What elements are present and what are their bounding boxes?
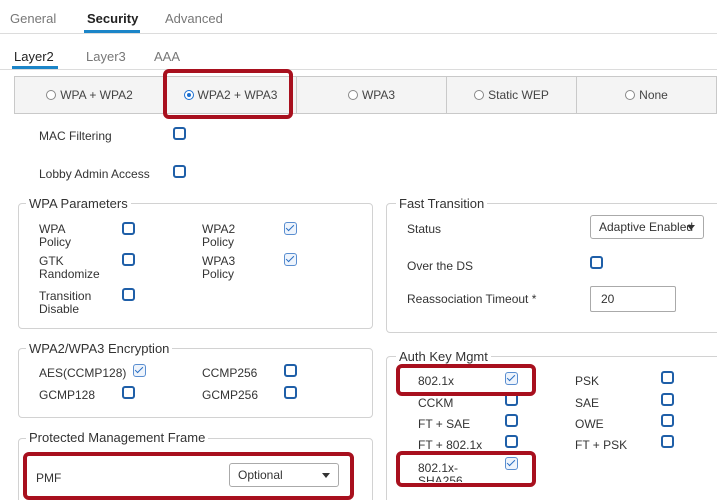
- transition-disable-checkbox[interactable]: [122, 288, 135, 301]
- transition-disable-label: Transition Disable: [39, 289, 92, 316]
- tab-divider: [0, 33, 717, 34]
- lobby-admin-label: Lobby Admin Access: [39, 167, 150, 181]
- ft-status-select[interactable]: Adaptive Enabled: [590, 215, 704, 239]
- ft-status-label: Status: [407, 222, 442, 236]
- security-mode-selector: WPA + WPA2 WPA2 + WPA3 WPA3 Static WEP N…: [14, 76, 717, 114]
- gtk-randomize-label: GTK Randomize: [39, 254, 100, 281]
- highlight-box: [396, 451, 536, 487]
- akm-owe-label: OWE: [575, 417, 604, 431]
- ccmp256-checkbox[interactable]: [284, 364, 297, 377]
- subtab-layer3[interactable]: Layer3: [86, 49, 126, 64]
- highlight-box: [163, 69, 293, 119]
- mode-wpa3[interactable]: WPA3: [297, 77, 447, 113]
- tab-security[interactable]: Security: [87, 11, 138, 26]
- akm-ft-sae-checkbox[interactable]: [505, 414, 518, 427]
- subtab-aaa[interactable]: AAA: [154, 49, 180, 64]
- fast-transition-title: Fast Transition: [396, 196, 488, 211]
- gcmp128-checkbox[interactable]: [122, 386, 135, 399]
- mode-none[interactable]: None: [577, 77, 716, 113]
- wpa3-policy-checkbox[interactable]: [284, 253, 297, 266]
- wpa-parameters-title: WPA Parameters: [26, 196, 131, 211]
- encryption-group: [18, 348, 373, 418]
- subtab-divider: [0, 69, 717, 70]
- radio-icon: [474, 90, 485, 100]
- auth-key-mgmt-title: Auth Key Mgmt: [396, 349, 491, 364]
- akm-sae-checkbox[interactable]: [661, 393, 674, 406]
- akm-owe-checkbox[interactable]: [661, 414, 674, 427]
- radio-icon: [625, 90, 636, 100]
- akm-ft-8021x-checkbox[interactable]: [505, 435, 518, 448]
- akm-sae-label: SAE: [575, 396, 600, 410]
- aes-ccmp128-checkbox[interactable]: [133, 364, 146, 377]
- over-ds-label: Over the DS: [407, 259, 474, 273]
- gtk-randomize-checkbox[interactable]: [122, 253, 135, 266]
- akm-psk-checkbox[interactable]: [661, 371, 674, 384]
- gcmp256-checkbox[interactable]: [284, 386, 297, 399]
- highlight-box: [396, 364, 536, 396]
- gcmp256-label: GCMP256: [202, 388, 259, 402]
- chevron-down-icon: [687, 225, 695, 230]
- over-ds-checkbox[interactable]: [590, 256, 603, 269]
- radio-icon: [347, 90, 358, 100]
- akm-psk-label: PSK: [575, 374, 600, 388]
- mode-wpa-wpa2[interactable]: WPA + WPA2: [15, 77, 165, 113]
- pmf-title: Protected Management Frame: [26, 430, 209, 445]
- akm-ft-psk-label: FT + PSK: [575, 438, 628, 452]
- mode-static-wep[interactable]: Static WEP: [447, 77, 577, 113]
- akm-cckm-label: CCKM: [418, 396, 454, 410]
- aes-ccmp128-label: AES(CCMP128): [39, 366, 127, 380]
- akm-ft-8021x-label: FT + 802.1x: [418, 438, 483, 452]
- lobby-admin-checkbox[interactable]: [173, 165, 186, 178]
- reassoc-timeout-label: Reassociation Timeout *: [407, 292, 537, 306]
- wpa3-policy-label: WPA3 Policy: [202, 254, 236, 281]
- wpa-policy-label: WPA Policy: [39, 222, 72, 249]
- radio-icon: [46, 90, 57, 100]
- tab-general[interactable]: General: [10, 11, 56, 26]
- reassoc-timeout-input[interactable]: 20: [590, 286, 676, 312]
- tab-advanced[interactable]: Advanced: [165, 11, 223, 26]
- subtab-layer2[interactable]: Layer2: [14, 49, 54, 64]
- mac-filtering-checkbox[interactable]: [173, 127, 186, 140]
- ccmp256-label: CCMP256: [202, 366, 258, 380]
- akm-ft-psk-checkbox[interactable]: [661, 435, 674, 448]
- encryption-title: WPA2/WPA3 Encryption: [26, 341, 173, 356]
- wpa2-policy-checkbox[interactable]: [284, 222, 297, 235]
- gcmp128-label: GCMP128: [39, 388, 96, 402]
- wpa2-policy-label: WPA2 Policy: [202, 222, 236, 249]
- mac-filtering-label: MAC Filtering: [39, 129, 112, 143]
- akm-ft-sae-label: FT + SAE: [418, 417, 471, 431]
- wpa-policy-checkbox[interactable]: [122, 222, 135, 235]
- highlight-box: [23, 452, 354, 500]
